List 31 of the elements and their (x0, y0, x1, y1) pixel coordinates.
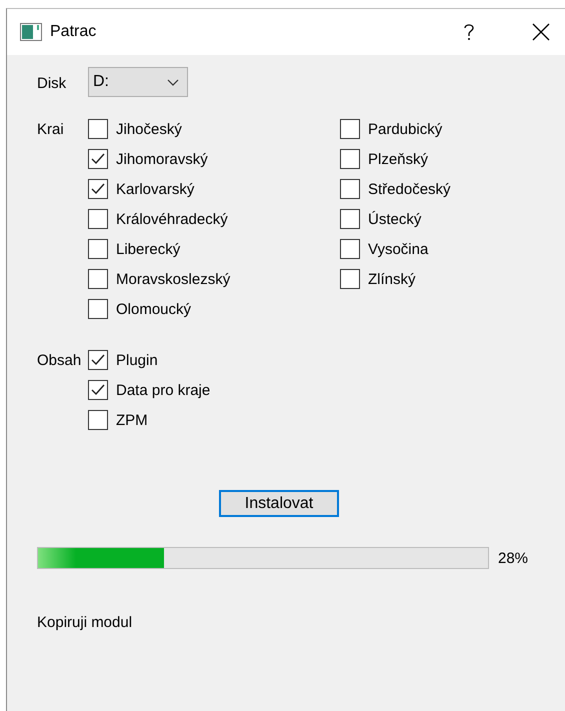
checkbox[interactable]: Vysočina (340, 234, 451, 264)
checkbox[interactable]: Jihomoravský (88, 144, 340, 174)
checkbox[interactable]: Data pro kraje (88, 375, 340, 405)
checkbox[interactable]: Královéhradecký (88, 204, 340, 234)
checkbox[interactable]: Olomoucký (88, 294, 340, 324)
help-icon (463, 23, 475, 41)
install-button[interactable]: Instalovat (219, 490, 339, 517)
disk-dropdown[interactable]: D: (88, 67, 188, 97)
checkbox[interactable]: Jihočeský (88, 114, 340, 144)
checkbox[interactable]: Zlínský (340, 264, 451, 294)
progress-reading: 28% (498, 550, 528, 566)
app-icon (20, 23, 42, 41)
checkmark-icon (91, 354, 105, 366)
checkbox[interactable]: Plugin (88, 345, 340, 375)
checkbox[interactable]: Pardubický (340, 114, 451, 144)
kraj-label: Krai (37, 121, 65, 140)
checkbox[interactable]: Karlovarský (88, 174, 340, 204)
checkmark-icon (91, 183, 105, 195)
obsah-label: Obsah (37, 352, 82, 371)
chevron-down-icon (167, 78, 179, 86)
checkmark-icon (91, 384, 105, 396)
checkbox[interactable]: Plzeňský (340, 144, 451, 174)
checkbox[interactable]: Středočeský (340, 174, 451, 204)
status-text: Kopiruji modul (37, 614, 134, 631)
checkbox[interactable]: Ústecký (340, 204, 451, 234)
checkbox[interactable]: Moravskoslezský (88, 264, 340, 294)
checkmark-icon (91, 153, 105, 165)
checkbox[interactable]: ZPM (88, 405, 340, 435)
checkbox[interactable]: Liberecký (88, 234, 340, 264)
disk-label: Disk (37, 75, 68, 94)
window-title: Patrac (50, 23, 98, 41)
